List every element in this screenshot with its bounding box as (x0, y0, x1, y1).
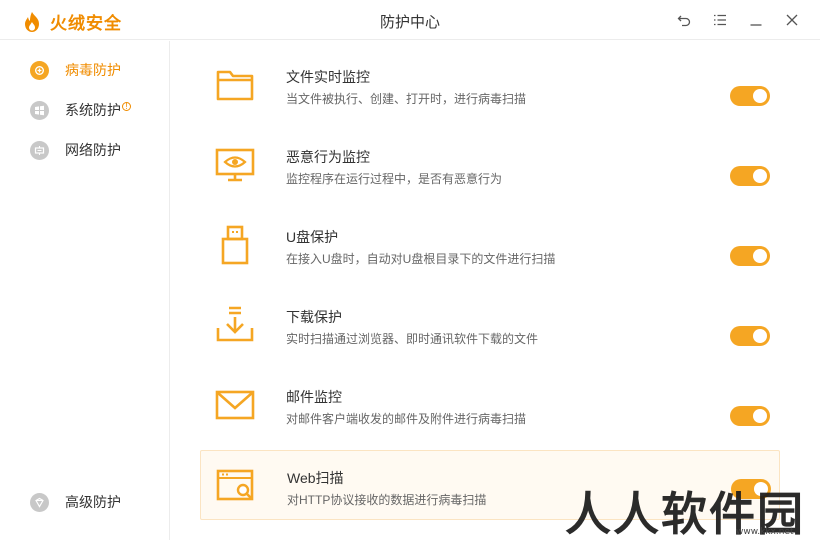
close-icon (786, 14, 798, 26)
feature-title: Web扫描 (287, 470, 344, 486)
minimize-icon (750, 24, 762, 26)
usb-icon (214, 224, 256, 266)
sidebar-item-network-protection[interactable]: 网络防护 (30, 140, 121, 160)
feature-description: 对HTTP协议接收的数据进行病毒扫描 (287, 493, 487, 507)
app-logo: 火绒安全 (22, 9, 122, 34)
feature-row-mail-monitor: 邮件监控 对邮件客户端收发的邮件及附件进行病毒扫描 (200, 370, 780, 450)
mail-monitor-toggle[interactable] (730, 406, 770, 426)
behavior-monitor-toggle[interactable] (730, 166, 770, 186)
brand-name: 火绒安全 (50, 14, 122, 33)
flame-logo-icon (25, 11, 39, 32)
toggle-knob (753, 169, 767, 183)
feature-description: 对邮件客户端收发的邮件及附件进行病毒扫描 (286, 412, 527, 426)
network-icon (30, 140, 49, 160)
toggle-knob (753, 89, 767, 103)
advanced-shield-icon (30, 492, 49, 512)
download-icon (214, 304, 256, 346)
close-button[interactable] (782, 10, 802, 30)
sidebar-item-system-protection[interactable]: 系统防护! (30, 100, 131, 120)
mail-icon (214, 384, 256, 426)
sidebar: 病毒防护 系统防护! 网络防护 高级防护 (0, 41, 170, 540)
windows-icon (30, 100, 49, 120)
feature-row-usb-protection: U盘保护 在接入U盘时，自动对U盘根目录下的文件进行扫描 (200, 210, 780, 290)
feature-row-behavior-monitor: 恶意行为监控 监控程序在运行过程中，是否有恶意行为 (200, 130, 780, 210)
feature-title: 恶意行为监控 (286, 149, 370, 165)
back-button[interactable] (674, 10, 694, 30)
feature-list: 文件实时监控 当文件被执行、创建、打开时，进行病毒扫描 恶意行为监控 监控程序在… (200, 50, 780, 520)
menu-button[interactable] (710, 10, 730, 30)
web-scan-icon (215, 465, 257, 507)
back-icon (677, 15, 691, 27)
monitor-eye-icon (214, 144, 256, 186)
feature-title: U盘保护 (286, 229, 339, 245)
alert-badge: ! (122, 102, 131, 111)
feature-description: 实时扫描通过浏览器、即时通讯软件下载的文件 (286, 332, 539, 346)
title-bar: 火绒安全 防护中心 (0, 0, 820, 40)
file-monitor-toggle[interactable] (730, 86, 770, 106)
folder-icon (214, 64, 256, 106)
sidebar-item-label: 病毒防护 (65, 62, 121, 78)
menu-icon (714, 14, 726, 26)
sidebar-item-label: 高级防护 (65, 494, 121, 510)
toggle-knob (753, 329, 767, 343)
virus-shield-icon (30, 60, 49, 80)
sidebar-item-virus-protection[interactable]: 病毒防护 (30, 60, 121, 80)
toggle-knob (753, 409, 767, 423)
feature-row-file-monitor: 文件实时监控 当文件被执行、创建、打开时，进行病毒扫描 (200, 50, 780, 130)
usb-protection-toggle[interactable] (730, 246, 770, 266)
feature-title: 邮件监控 (286, 389, 342, 405)
download-protection-toggle[interactable] (730, 326, 770, 346)
window-controls (658, 10, 802, 30)
feature-title: 下载保护 (286, 309, 342, 325)
toggle-knob (753, 249, 767, 263)
sidebar-item-advanced-protection[interactable]: 高级防护 (30, 492, 121, 512)
feature-title: 文件实时监控 (286, 69, 370, 85)
feature-description: 监控程序在运行过程中，是否有恶意行为 (286, 172, 503, 186)
watermark-url: www.kkx.net (736, 527, 794, 537)
feature-description: 当文件被执行、创建、打开时，进行病毒扫描 (286, 92, 527, 106)
sidebar-item-label: 系统防护! (65, 100, 131, 120)
feature-row-download-protection: 下载保护 实时扫描通过浏览器、即时通讯软件下载的文件 (200, 290, 780, 370)
feature-description: 在接入U盘时，自动对U盘根目录下的文件进行扫描 (286, 252, 556, 266)
minimize-button[interactable] (746, 10, 766, 30)
sidebar-item-label: 网络防护 (65, 142, 121, 158)
